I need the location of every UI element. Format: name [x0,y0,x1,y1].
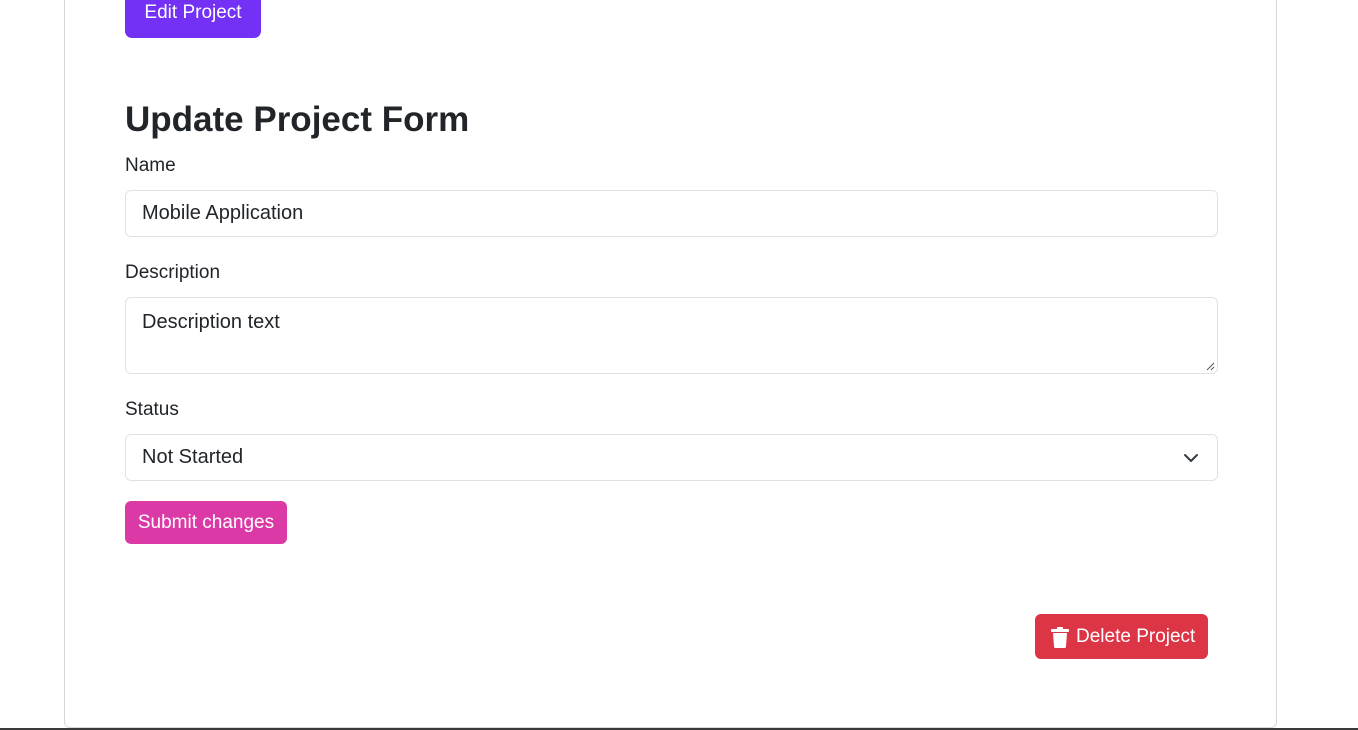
status-label: Status [125,399,179,420]
submit-changes-button[interactable]: Submit changes [125,501,287,544]
description-textarea[interactable]: Description text [125,297,1218,374]
status-select[interactable]: Not Started [125,434,1218,481]
delete-project-button[interactable]: Delete Project [1035,614,1208,659]
name-label: Name [125,155,176,176]
resize-grip-icon[interactable] [1205,361,1215,371]
delete-project-label: Delete Project [1076,626,1196,647]
name-input-value: Mobile Application [142,202,304,224]
form-title: Update Project Form [125,100,470,139]
chevron-down-icon [1184,454,1198,462]
status-selected-value: Not Started [142,446,244,468]
description-value: Description text [142,311,280,333]
edit-project-button[interactable]: Edit Project [125,0,261,38]
description-label: Description [125,262,221,283]
name-input[interactable]: Mobile Application [125,190,1218,237]
trash-icon [1051,627,1069,648]
